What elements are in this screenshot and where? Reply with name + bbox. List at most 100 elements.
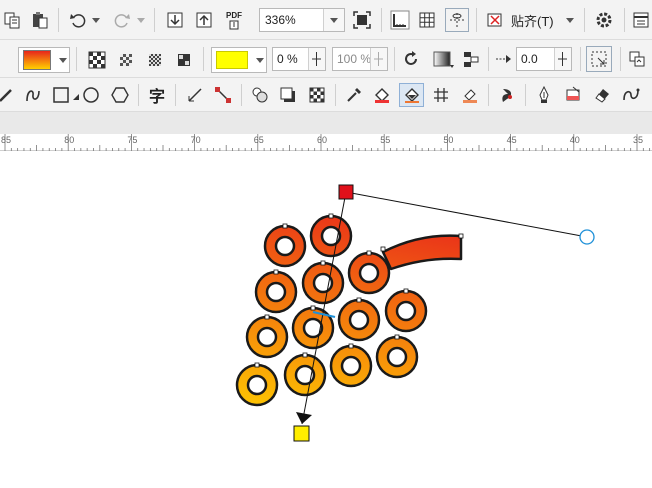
spinner-arrows-icon: [370, 48, 387, 70]
ruler-label: 75: [127, 135, 138, 145]
grape[interactable]: [337, 298, 381, 342]
shape-tool-icon[interactable]: [496, 84, 518, 106]
redo-dropdown-icon: [136, 9, 146, 31]
drawing-canvas[interactable]: [0, 151, 652, 485]
node-transparency-spinner[interactable]: 0 %: [272, 47, 326, 71]
copy-fill-icon[interactable]: [626, 48, 648, 70]
gradient-angle-line[interactable]: [345, 191, 588, 238]
interactive-fill-tool-icon[interactable]: [399, 83, 424, 107]
smooth-tool-icon[interactable]: [620, 84, 642, 106]
grape[interactable]: [291, 306, 335, 350]
dimension-tool-icon[interactable]: [184, 84, 206, 106]
grape[interactable]: [329, 344, 373, 388]
acceleration-value: 0.0: [521, 52, 538, 66]
snap-off-icon[interactable]: [484, 9, 506, 31]
node-color-swatch: [216, 51, 248, 69]
spinner-arrows-icon[interactable]: [554, 48, 571, 70]
gradient-end-arrow-icon: [296, 412, 312, 424]
freehand-tool-icon[interactable]: [0, 84, 16, 106]
grape[interactable]: [263, 224, 307, 268]
grape[interactable]: [254, 270, 298, 314]
transparency-tool-icon[interactable]: [306, 84, 328, 106]
grape[interactable]: [235, 363, 279, 407]
zoom-dropdown-icon[interactable]: [323, 9, 344, 31]
gradient-end-node[interactable]: [293, 425, 310, 442]
ruler-label: 50: [443, 135, 454, 145]
blend-tool-icon[interactable]: [249, 84, 271, 106]
node-color-dropdown-icon[interactable]: [256, 57, 264, 63]
ruler-label: 70: [190, 135, 201, 145]
canvas-artwork: [235, 184, 595, 442]
zoom-level-combo[interactable]: 336%: [259, 8, 345, 32]
grape[interactable]: [283, 353, 327, 397]
texture-fill-icon[interactable]: [144, 49, 166, 71]
grape[interactable]: [301, 261, 345, 305]
reverse-fill-icon[interactable]: [400, 48, 422, 70]
spinner-arrows-icon[interactable]: [308, 48, 325, 70]
grape[interactable]: [347, 251, 391, 295]
import-icon[interactable]: [164, 9, 186, 31]
drop-shadow-tool-icon[interactable]: [277, 84, 299, 106]
toolbox: 字: [0, 78, 652, 112]
undo-dropdown-icon[interactable]: [91, 9, 101, 31]
snap-to-button[interactable]: 贴齐(T): [511, 9, 561, 31]
mesh-fill-tool-icon[interactable]: [430, 84, 452, 106]
eraser-tool-icon[interactable]: [591, 84, 613, 106]
grid-icon[interactable]: [416, 9, 438, 31]
grape[interactable]: [245, 315, 289, 359]
linear-fill-icon[interactable]: [86, 49, 108, 71]
grape[interactable]: [309, 214, 353, 258]
eyedropper-tool-icon[interactable]: [343, 84, 365, 106]
gradient-start-node[interactable]: [338, 184, 354, 200]
postscript-fill-icon[interactable]: [173, 49, 195, 71]
snap-to-label: 贴齐(T): [511, 13, 554, 29]
smart-fill-tool-icon[interactable]: [371, 84, 393, 106]
bezier-tool-icon[interactable]: [22, 84, 44, 106]
property-bar: 0 % 100 % 0.0: [0, 40, 652, 78]
publish-pdf-icon[interactable]: PDF: [222, 9, 246, 31]
connector-tool-icon[interactable]: [212, 84, 234, 106]
fill-type-picker[interactable]: [18, 47, 70, 73]
grape[interactable]: [375, 335, 419, 379]
gradient-swatch: [23, 50, 51, 70]
pen-tool-icon[interactable]: [533, 84, 555, 106]
text-tool-label: 字: [148, 89, 165, 106]
ruler-label: 35: [633, 135, 644, 145]
polygon-tool-icon[interactable]: [109, 84, 131, 106]
rulers-icon[interactable]: [388, 8, 412, 32]
export-icon[interactable]: [193, 9, 215, 31]
grape-stem[interactable]: [381, 234, 463, 271]
free-scale-icon[interactable]: [586, 46, 612, 72]
ellipse-tool-icon[interactable]: [80, 84, 102, 106]
full-screen-preview-icon[interactable]: [351, 9, 373, 31]
options-gear-icon[interactable]: [592, 9, 616, 31]
text-tool-icon[interactable]: 字: [146, 84, 168, 106]
paste-icon[interactable]: [30, 9, 50, 31]
edit-fill-icon[interactable]: [460, 48, 482, 70]
rectangle-flyout-icon[interactable]: [72, 88, 80, 106]
application-launcher-icon[interactable]: [630, 9, 652, 31]
fill-gradient-direction-icon[interactable]: [430, 48, 456, 70]
standard-toolbar: PDF 336% 贴齐(T): [0, 0, 652, 40]
node-position-spinner: 100 %: [332, 47, 388, 71]
node-transparency-value: 0 %: [277, 52, 298, 66]
grape[interactable]: [384, 289, 428, 333]
ruler-label: 40: [569, 135, 580, 145]
undo-icon[interactable]: [67, 9, 89, 31]
guidelines-icon[interactable]: [445, 8, 469, 32]
ruler-label: 45: [506, 135, 517, 145]
rectangle-tool-icon[interactable]: [50, 84, 72, 106]
outline-color-tool-icon[interactable]: [459, 84, 481, 106]
offset-arrow-icon: [494, 48, 514, 70]
acceleration-spinner[interactable]: 0.0: [516, 47, 572, 71]
ruler-background: [0, 112, 652, 134]
gradient-rotation-handle[interactable]: [579, 229, 595, 245]
zoom-level-value: 336%: [265, 13, 296, 27]
node-position-value: 100 %: [337, 52, 372, 66]
snap-to-dropdown-icon[interactable]: [564, 9, 576, 31]
fill-type-dropdown-icon[interactable]: [59, 57, 67, 63]
pattern-fill-icon[interactable]: [115, 49, 137, 71]
node-color-picker[interactable]: [211, 47, 267, 73]
fill-tool-icon[interactable]: [562, 84, 584, 106]
copy-icon[interactable]: [2, 9, 22, 31]
